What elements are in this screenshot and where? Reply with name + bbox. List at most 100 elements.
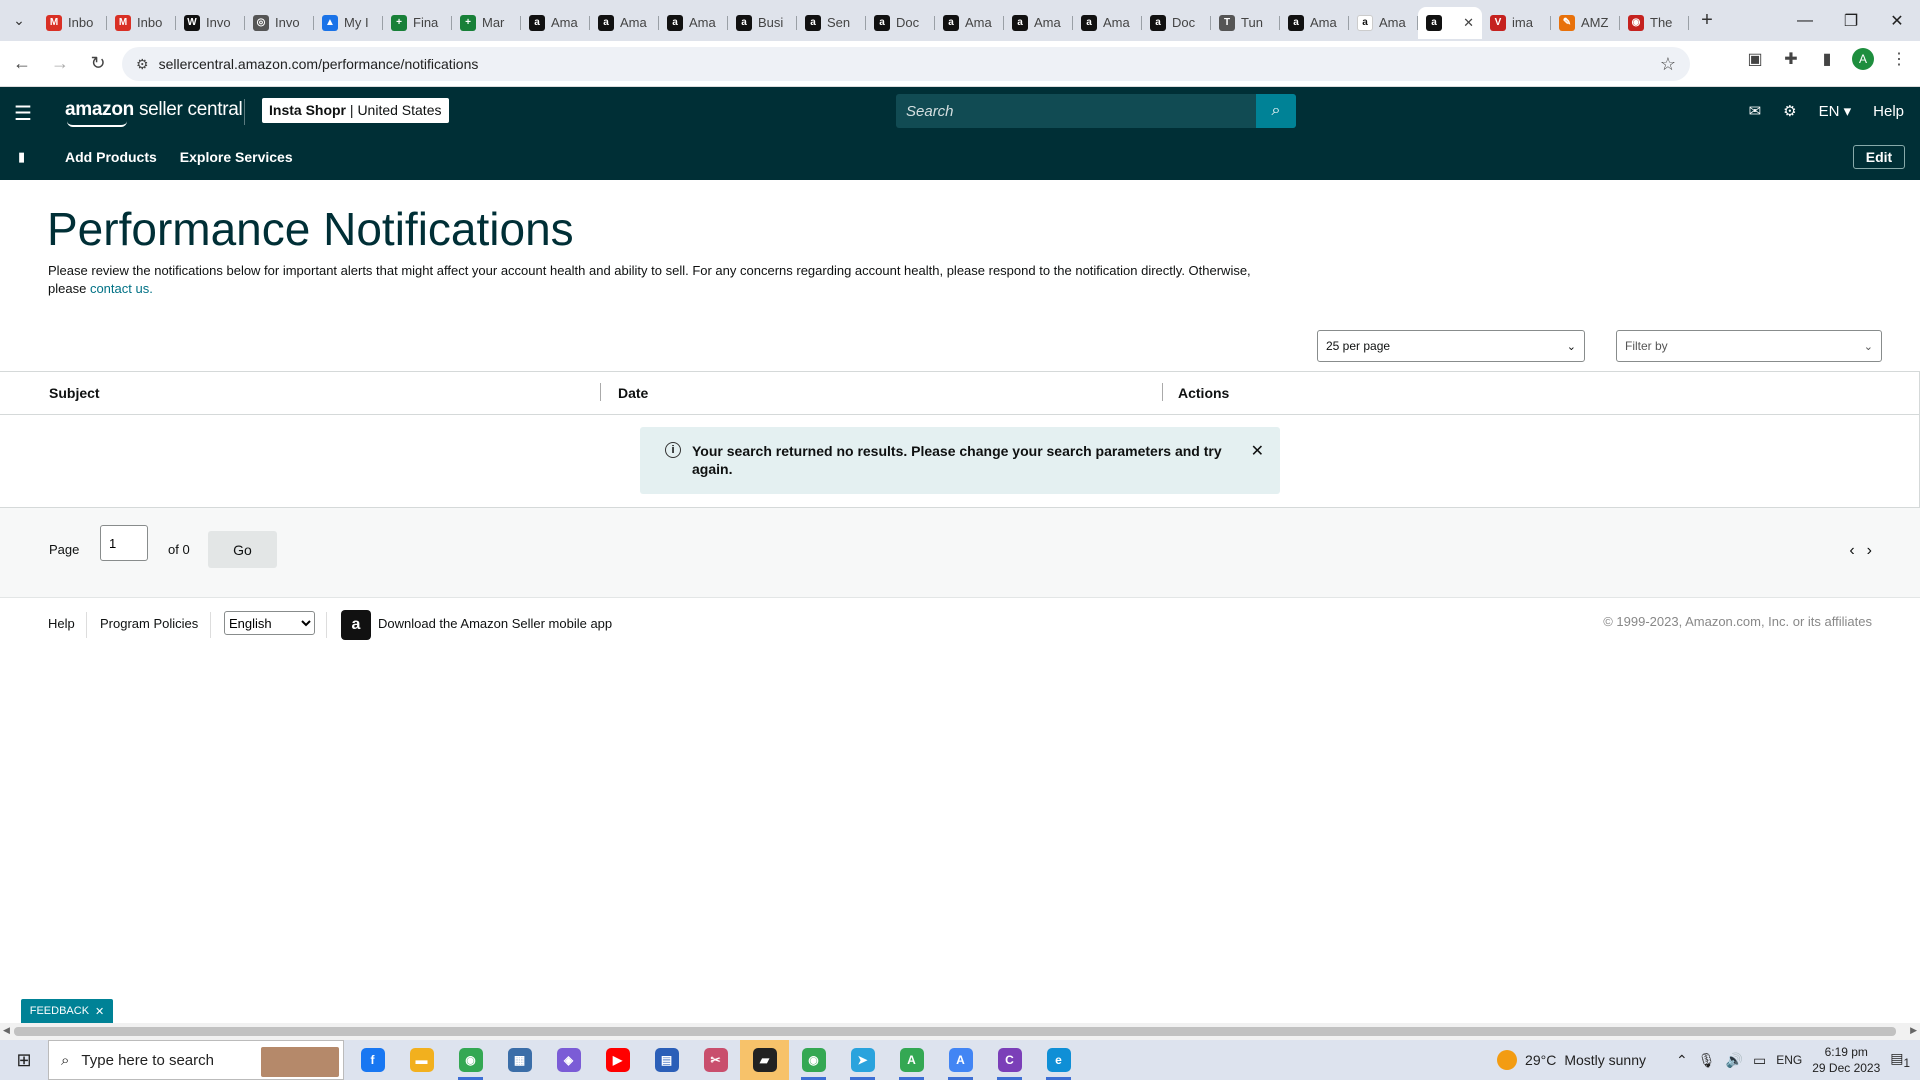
download-app-link[interactable]: Download the Amazon Seller mobile app [378, 616, 612, 631]
tab-search-dropdown-icon[interactable]: ⌄ [0, 0, 38, 41]
column-header-subject[interactable]: Subject [49, 385, 100, 401]
chevron-left-icon[interactable]: ‹ [1849, 542, 1854, 560]
column-header-date[interactable]: Date [618, 385, 648, 401]
taskbar-app[interactable]: ✂ [691, 1040, 740, 1080]
browser-tab[interactable]: ◉ The [1620, 7, 1689, 39]
browser-tab[interactable]: a Ama [521, 7, 590, 39]
taskbar-search[interactable]: ⌕ Type here to search [48, 1040, 344, 1080]
microphone-icon[interactable]: 🎙 [1698, 1052, 1716, 1069]
help-link[interactable]: Help [1873, 103, 1904, 120]
browser-tab[interactable]: ▲ My I [314, 7, 383, 39]
chevron-right-icon[interactable]: › [1867, 542, 1872, 560]
scrollbar-thumb[interactable] [14, 1027, 1896, 1036]
new-tab-button[interactable]: + [1689, 9, 1725, 32]
filter-by-select[interactable]: Filter by ⌄ [1616, 330, 1882, 362]
tray-chevron-icon[interactable]: ⌃ [1676, 1052, 1688, 1069]
windows-start-icon[interactable]: ⊞ [0, 1040, 48, 1080]
browser-tab[interactable]: a Ama [1004, 7, 1073, 39]
language-selector[interactable]: EN ▾ [1819, 102, 1852, 120]
search-button[interactable]: ⌕ [1256, 94, 1296, 128]
extension-off-icon[interactable]: ▣ [1744, 48, 1766, 70]
taskbar-app[interactable]: ▦ [495, 1040, 544, 1080]
taskbar-app[interactable]: C [985, 1040, 1034, 1080]
explore-services-link[interactable]: Explore Services [180, 149, 293, 165]
browser-tab[interactable]: ✎ AMZ [1551, 7, 1620, 39]
bookmark-star-icon[interactable]: ☆ [1660, 54, 1676, 75]
taskbar-app[interactable]: ▶ [593, 1040, 642, 1080]
footer-help-link[interactable]: Help [48, 616, 75, 631]
browser-tab[interactable]: a Doc [1142, 7, 1211, 39]
browser-tab[interactable]: + Mar [452, 7, 521, 39]
back-icon[interactable]: ← [6, 48, 38, 80]
taskbar-app[interactable]: ▰ [740, 1040, 789, 1080]
browser-tab[interactable]: a Ama [659, 7, 728, 39]
amazon-app-icon[interactable]: a [341, 610, 371, 640]
contact-us-link[interactable]: contact us. [90, 281, 153, 296]
taskbar-app[interactable]: e [1034, 1040, 1083, 1080]
seller-central-logo[interactable]: amazon seller central [65, 99, 243, 127]
restore-icon[interactable]: ❐ [1828, 0, 1874, 41]
notifications-icon[interactable]: ▤1 [1890, 1050, 1910, 1070]
network-icon[interactable]: ▭ [1753, 1052, 1766, 1069]
browser-tab[interactable]: ◎ Invo [245, 7, 314, 39]
close-tab-icon[interactable]: ✕ [1463, 15, 1474, 31]
site-info-icon[interactable]: ⚙ [136, 56, 149, 73]
bookmark-icon[interactable]: ▮ [18, 149, 25, 165]
weather-widget[interactable]: 29°C Mostly sunny [1497, 1050, 1646, 1070]
taskbar-app[interactable]: ➤ [838, 1040, 887, 1080]
clock[interactable]: 6:19 pm 29 Dec 2023 [1812, 1044, 1880, 1076]
close-alert-icon[interactable]: ✕ [1251, 441, 1264, 461]
settings-gear-icon[interactable]: ⚙ [1783, 102, 1796, 120]
hamburger-menu-icon[interactable]: ☰ [14, 101, 32, 126]
browser-tab[interactable]: a Doc [866, 7, 935, 39]
browser-tab[interactable]: Vima [1482, 7, 1551, 39]
browser-tab[interactable]: + Fina [383, 7, 452, 39]
browser-tab[interactable]: a Busi [728, 7, 797, 39]
per-page-select[interactable]: 25 per page ⌄ [1317, 330, 1585, 362]
forward-icon[interactable]: → [44, 48, 76, 80]
side-panel-icon[interactable]: ▮ [1816, 48, 1838, 70]
store-switcher[interactable]: Insta Shopr | United States [262, 98, 449, 123]
taskbar-app[interactable]: A [936, 1040, 985, 1080]
taskbar-app[interactable]: ◉ [789, 1040, 838, 1080]
page-number-input[interactable] [100, 525, 148, 561]
taskbar-app[interactable]: ▤ [642, 1040, 691, 1080]
close-feedback-icon[interactable]: ✕ [95, 1005, 104, 1018]
url-field[interactable]: ⚙ sellercentral.amazon.com/performance/n… [122, 47, 1690, 81]
minimize-icon[interactable]: — [1782, 0, 1828, 41]
mail-icon[interactable]: ✉ [1749, 102, 1762, 120]
taskbar-app[interactable]: f [348, 1040, 397, 1080]
browser-tab[interactable]: a Ama [1073, 7, 1142, 39]
edit-button[interactable]: Edit [1853, 145, 1905, 169]
program-policies-link[interactable]: Program Policies [100, 616, 198, 631]
browser-tab[interactable]: a Ama [1349, 7, 1418, 39]
language-indicator[interactable]: ENG [1776, 1053, 1802, 1067]
browser-tab[interactable]: a Ama [590, 7, 659, 39]
reload-icon[interactable]: ↻ [82, 48, 114, 80]
browser-tab[interactable]: M Inbo [38, 7, 107, 39]
taskbar-app[interactable]: ▬ [397, 1040, 446, 1080]
horizontal-scrollbar[interactable]: ◀ ▶ [0, 1023, 1920, 1040]
feedback-button[interactable]: FEEDBACK ✕ [21, 999, 113, 1023]
scroll-right-icon[interactable]: ▶ [1910, 1025, 1917, 1036]
browser-tab[interactable]: T Tun [1211, 7, 1280, 39]
browser-tab[interactable]: W Invo [176, 7, 245, 39]
browser-tab[interactable]: a ✕ [1418, 6, 1482, 39]
footer-language-select[interactable]: English [224, 611, 315, 635]
close-window-icon[interactable]: ✕ [1874, 0, 1920, 41]
search-input[interactable] [896, 94, 1256, 128]
volume-icon[interactable]: 🔊 [1726, 1052, 1743, 1069]
taskbar-app[interactable]: ◉ [446, 1040, 495, 1080]
browser-tab[interactable]: a Ama [935, 7, 1004, 39]
go-button[interactable]: Go [208, 531, 277, 568]
extensions-puzzle-icon[interactable]: ✚ [1780, 48, 1802, 70]
taskbar-app[interactable]: A [887, 1040, 936, 1080]
browser-tab[interactable]: a Ama [1280, 7, 1349, 39]
profile-avatar[interactable]: A [1852, 48, 1874, 70]
browser-tab[interactable]: M Inbo [107, 7, 176, 39]
add-products-link[interactable]: Add Products [65, 149, 157, 165]
taskbar-app[interactable]: ◈ [544, 1040, 593, 1080]
browser-menu-icon[interactable]: ⋮ [1888, 48, 1910, 70]
scroll-left-icon[interactable]: ◀ [3, 1025, 10, 1036]
browser-tab[interactable]: a Sen [797, 7, 866, 39]
